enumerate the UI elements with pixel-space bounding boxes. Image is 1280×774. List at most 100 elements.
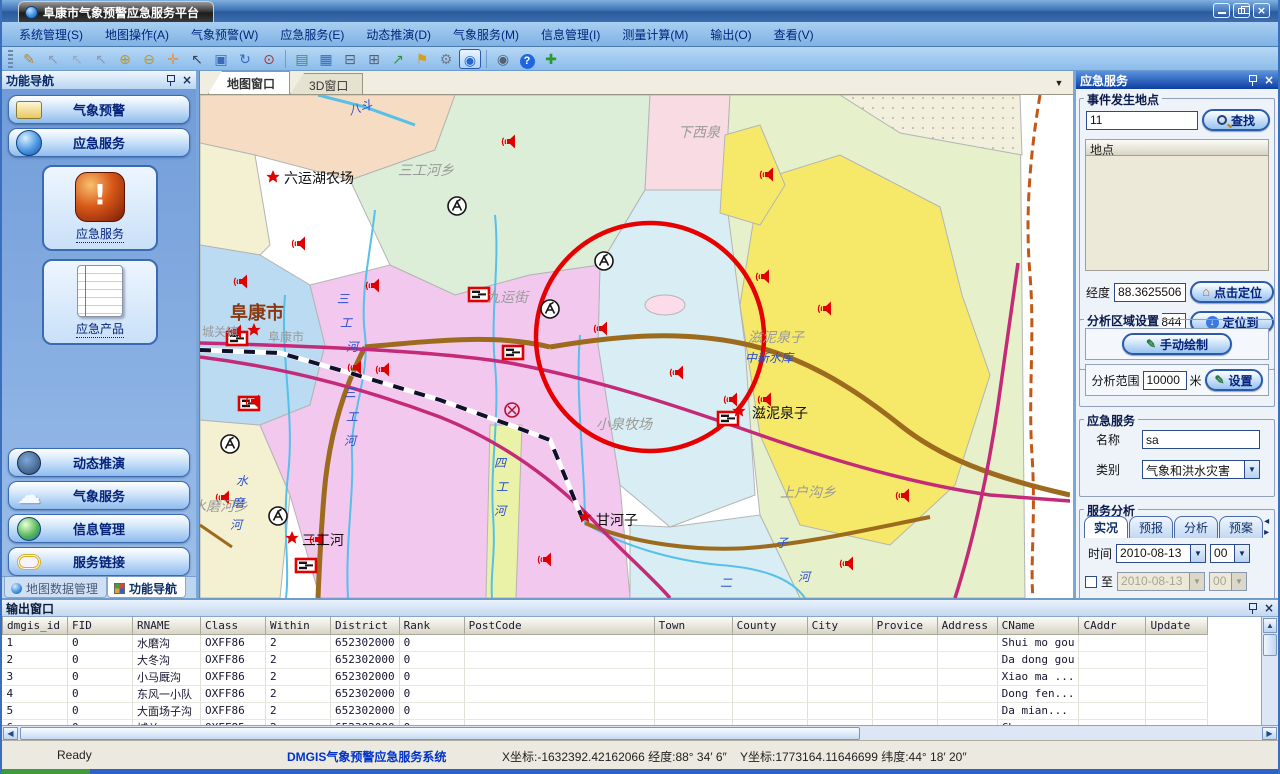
column-header-FID[interactable]: FID (68, 617, 133, 634)
table-row[interactable]: 50大面场子沟OXFF8626523020000Da mian... (3, 702, 1208, 719)
tab-function-nav[interactable]: 功能导航 (107, 577, 186, 598)
zoom-select-icon[interactable]: ⊙ (258, 49, 280, 69)
map-canvas[interactable]: 八斗六运湖农场三工河乡下西泉九运街阜康市城关镇阜康市滋泥泉子中新水库滋泥泉子小泉… (200, 95, 1073, 598)
accordion-service-links[interactable]: 服务链接 (8, 547, 190, 576)
location-list-header[interactable]: 地点 (1085, 139, 1269, 156)
location-search-input[interactable] (1086, 111, 1198, 130)
full-extent-icon[interactable]: ▣ (210, 49, 232, 69)
output-horizontal-scrollbar[interactable]: ◀ ▶ (2, 725, 1278, 740)
hour-select-disabled[interactable]: 00 ▼ (1209, 572, 1247, 591)
map-window-icon[interactable]: ▦ (315, 49, 337, 69)
column-header-RNAME[interactable]: RNAME (133, 617, 201, 634)
accordion-weather-warning[interactable]: 气象预警 (8, 95, 190, 124)
analysis-tab-0[interactable]: 实况 (1084, 516, 1128, 538)
accordion-emergency-service[interactable]: 应急服务 (8, 128, 190, 157)
to-checkbox[interactable] (1085, 576, 1097, 588)
scrollbar-thumb[interactable] (20, 727, 860, 740)
menu-item-3[interactable]: 应急服务(E) (269, 23, 355, 46)
analysis-tab-3[interactable]: 预案 (1219, 516, 1263, 538)
map-tab-dropdown-icon[interactable]: ▼ (1051, 76, 1067, 90)
manual-draw-button[interactable]: ✎ 手动绘制 (1122, 333, 1232, 355)
placemark-icon[interactable]: ⚑ (411, 49, 433, 69)
location-list[interactable] (1085, 156, 1269, 271)
output-vertical-scrollbar[interactable]: ▲ (1261, 617, 1278, 725)
layers-icon[interactable]: ▤ (291, 49, 313, 69)
export-image-icon[interactable]: ✚ (540, 49, 562, 69)
tab-scroll-arrows[interactable]: ◂ ▸ (1264, 516, 1271, 538)
click-locate-button[interactable]: ⌂ 点击定位 (1190, 281, 1274, 303)
green-pointer-icon[interactable]: ↗ (387, 49, 409, 69)
column-header-County[interactable]: County (732, 617, 807, 634)
column-header-dmgis_id[interactable]: dmgis_id (3, 617, 68, 634)
column-header-City[interactable]: City (807, 617, 872, 634)
zoom-out-icon[interactable]: ⊖ (138, 49, 160, 69)
table-row[interactable]: 20大冬沟OXFF8626523020000Da dong gou (3, 651, 1208, 668)
analysis-tab-2[interactable]: 分析 (1174, 516, 1218, 538)
output-table[interactable]: dmgis_idFIDRNAMEClassWithinDistrictRankP… (2, 617, 1208, 725)
column-header-PostCode[interactable]: PostCode (464, 617, 654, 634)
zoom-in-icon[interactable]: ⊕ (114, 49, 136, 69)
print-icon[interactable]: ⊟ (339, 49, 361, 69)
minimize-button[interactable] (1213, 3, 1230, 18)
column-header-CName[interactable]: CName (997, 617, 1079, 634)
column-header-Rank[interactable]: Rank (399, 617, 464, 634)
close-icon[interactable]: × (1264, 74, 1274, 86)
menu-item-8[interactable]: 输出(O) (699, 23, 762, 46)
menu-item-6[interactable]: 信息管理(I) (530, 23, 611, 46)
emergency-product-button[interactable]: 应急产品 (42, 259, 158, 345)
emergency-service-button[interactable]: 应急服务 (42, 165, 158, 251)
column-header-Town[interactable]: Town (654, 617, 732, 634)
pan-icon[interactable]: ✛ (162, 49, 184, 69)
date-select-disabled[interactable]: 2010-08-13 ▼ (1117, 572, 1205, 591)
toolbar-grip[interactable] (8, 50, 13, 68)
accordion-dynamic-deduction[interactable]: 动态推演 (8, 448, 190, 477)
table-row[interactable]: 30小马厩沟OXFF8626523020000Xiao ma ... (3, 668, 1208, 685)
help-icon[interactable]: ? (516, 49, 538, 69)
select-rect-icon[interactable]: ↖ (42, 49, 64, 69)
close-icon[interactable]: × (182, 74, 192, 86)
column-header-Within[interactable]: Within (266, 617, 331, 634)
analysis-range-input[interactable] (1143, 371, 1187, 390)
menu-item-2[interactable]: 气象预警(W) (180, 23, 269, 46)
pointer-icon[interactable]: ↖ (186, 49, 208, 69)
accordion-info-management[interactable]: 信息管理 (8, 514, 190, 543)
select-polygon-icon[interactable]: ↖ (90, 49, 112, 69)
menu-item-0[interactable]: 系统管理(S) (8, 23, 94, 46)
pin-icon[interactable] (166, 75, 175, 86)
chevron-down-icon[interactable]: ▼ (1190, 544, 1206, 563)
column-header-Address[interactable]: Address (937, 617, 997, 634)
restore-button[interactable] (1233, 3, 1250, 18)
column-header-District[interactable]: District (331, 617, 400, 634)
pin-icon[interactable] (1248, 75, 1257, 86)
table-row[interactable]: 10水磨沟OXFF8626523020000Shui mo gou (3, 634, 1208, 651)
column-header-Class[interactable]: Class (201, 617, 266, 634)
settings-icon[interactable]: ⚙ (435, 49, 457, 69)
find-button[interactable]: 查找 (1202, 109, 1270, 131)
select-circle-icon[interactable]: ↖ (66, 49, 88, 69)
print-preview-icon[interactable]: ⊞ (363, 49, 385, 69)
table-row[interactable]: 40东风一小队OXFF8626523020000Dong fen... (3, 685, 1208, 702)
date-select[interactable]: 2010-08-13 ▼ (1116, 544, 1206, 563)
menu-item-4[interactable]: 动态推演(D) (355, 23, 442, 46)
set-button[interactable]: ✎ 设置 (1205, 369, 1263, 391)
globe-tool-icon[interactable]: ◉ (459, 49, 481, 69)
service-type-select[interactable]: 气象和洪水灾害 ▼ (1142, 460, 1260, 479)
accordion-weather-service[interactable]: ☁ 气象服务 (8, 481, 190, 510)
eye-icon[interactable]: ◉ (492, 49, 514, 69)
close-button[interactable]: × (1253, 3, 1270, 18)
longitude-input[interactable] (1114, 283, 1186, 302)
analysis-tab-1[interactable]: 预报 (1129, 516, 1173, 538)
column-header-CAddr[interactable]: CAddr (1079, 617, 1146, 634)
scrollbar-thumb[interactable] (1263, 634, 1277, 656)
column-header-Provice[interactable]: Provice (872, 617, 937, 634)
chevron-down-icon[interactable]: ▼ (1244, 460, 1260, 479)
menu-item-9[interactable]: 查看(V) (763, 23, 825, 46)
column-header-Update[interactable]: Update (1146, 617, 1208, 634)
tab-map-data-management[interactable]: 地图数据管理 (4, 577, 107, 598)
menu-item-1[interactable]: 地图操作(A) (94, 23, 180, 46)
chevron-down-icon[interactable]: ▼ (1234, 544, 1250, 563)
service-name-input[interactable] (1142, 430, 1260, 449)
menu-item-7[interactable]: 测量计算(M) (611, 23, 699, 46)
tab-3d-window[interactable]: 3D窗口 (290, 73, 363, 94)
menu-item-5[interactable]: 气象服务(M) (442, 23, 530, 46)
